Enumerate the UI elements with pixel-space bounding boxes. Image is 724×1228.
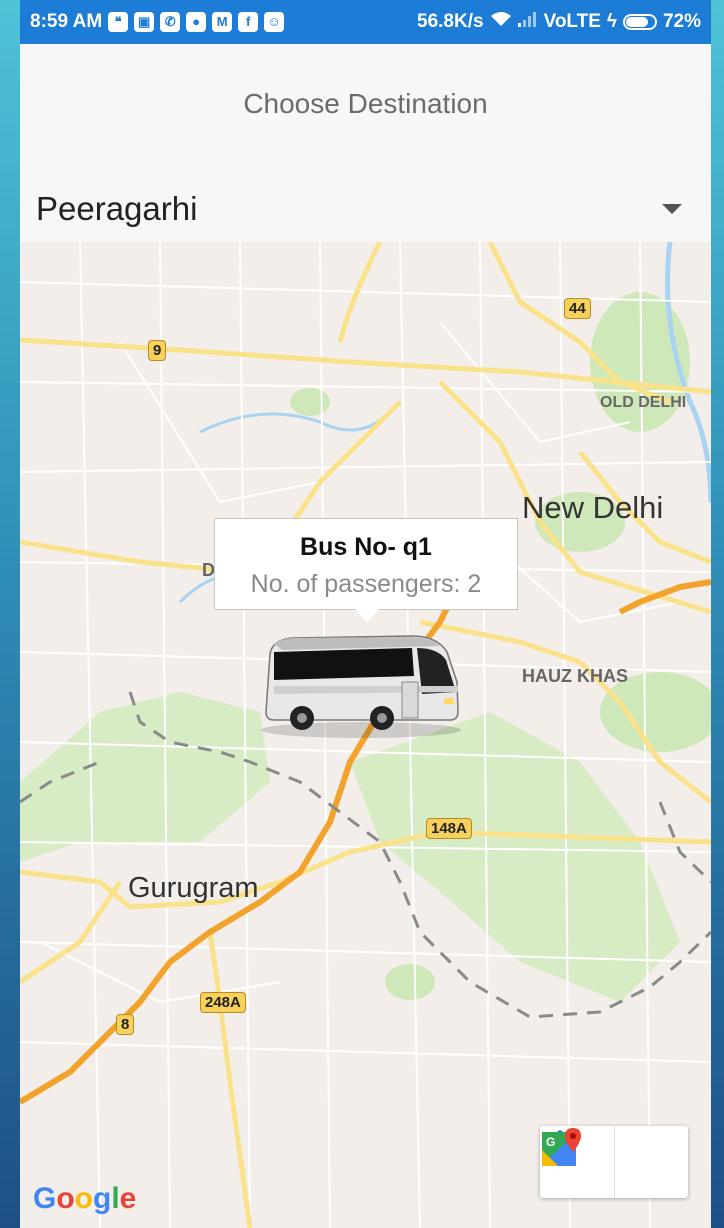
- bus-info-window[interactable]: Bus No- q1 No. of passengers: 2: [214, 518, 518, 623]
- battery-icon: [622, 14, 657, 30]
- open-in-maps-button[interactable]: G: [542, 1126, 689, 1198]
- status-bar: 8:59 AM ❝ ▣ ✆ ● M f ☺ 56.8K/s VoLTE ϟ 72…: [20, 0, 711, 44]
- map-label-new-delhi: New Delhi: [522, 490, 664, 525]
- map-view[interactable]: 9 44 148A 248A 8 New Delhi Gurugram OLD …: [20, 242, 711, 1228]
- app-header: Choose Destination Peeragarhi: [20, 44, 711, 242]
- road-shield-44: 44: [564, 298, 591, 319]
- battery-percent: 72%: [662, 11, 701, 32]
- map-roads: [20, 242, 711, 1228]
- status-right: 56.8K/s VoLTE ϟ 72%: [417, 11, 701, 33]
- passenger-count-label: No. of passengers: 2: [250, 570, 482, 598]
- map-label-hauz-khas: HAUZ KHAS: [522, 666, 628, 686]
- network-speed: 56.8K/s: [417, 11, 484, 32]
- messages-notification-icon: ●: [186, 12, 207, 32]
- network-type: VoLTE: [543, 11, 601, 32]
- status-time: 8:59 AM: [30, 11, 103, 32]
- road-shield-148a: 148A: [426, 818, 472, 839]
- svg-text:G: G: [546, 1135, 555, 1149]
- facebook-notification-icon: f: [238, 12, 259, 32]
- road-shield-248a: 248A: [200, 992, 246, 1013]
- page-title: Choose Destination: [243, 88, 488, 119]
- google-logo: Google: [33, 1182, 137, 1215]
- bus-number-label: Bus No- q1: [300, 533, 432, 561]
- phone-screen: 8:59 AM ❝ ▣ ✆ ● M f ☺ 56.8K/s VoLTE ϟ 72…: [20, 0, 711, 1228]
- hangouts-notification-icon: ❝: [108, 12, 129, 32]
- map-label-gurugram: Gurugram: [128, 872, 259, 904]
- dropdown-arrow-icon: [662, 204, 682, 214]
- destination-value: Peeragarhi: [36, 190, 198, 227]
- map-toolbar: G: [540, 1126, 688, 1198]
- gmail-notification-icon: M: [212, 12, 233, 32]
- charging-icon: ϟ: [606, 11, 617, 32]
- whatsapp-notification-icon: ✆: [160, 12, 181, 32]
- status-left: 8:59 AM ❝ ▣ ✆ ● M f ☺: [30, 11, 285, 33]
- road-shield-8: 8: [116, 1014, 135, 1035]
- map-label-old-delhi: OLD DELHI: [600, 394, 687, 411]
- destination-dropdown[interactable]: Peeragarhi: [36, 184, 686, 234]
- android-notification-icon: ▣: [134, 12, 155, 32]
- wifi-icon: [490, 11, 512, 33]
- google-maps-icon: G: [542, 1128, 581, 1166]
- road-shield-9: 9: [148, 340, 167, 361]
- app-notification-icon: ☺: [264, 12, 285, 32]
- signal-icon: [517, 11, 538, 33]
